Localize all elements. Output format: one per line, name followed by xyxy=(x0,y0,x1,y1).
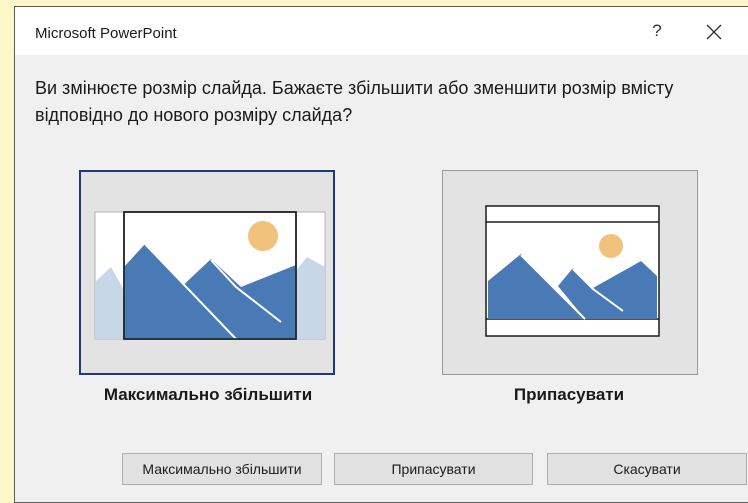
maximize-preview-icon xyxy=(94,211,326,340)
maximize-option[interactable] xyxy=(79,170,335,375)
dialog-message: Ви змінюєте розмір слайда. Бажаєте збіль… xyxy=(35,78,674,125)
fit-button[interactable]: Припасувати xyxy=(334,453,533,485)
powerpoint-dialog: Microsoft PowerPoint ? Ви змінюєте розмі… xyxy=(14,6,748,503)
maximize-button[interactable]: Максимально збільшити xyxy=(122,453,322,485)
cancel-button[interactable]: Скасувати xyxy=(547,453,747,485)
dialog-title: Microsoft PowerPoint xyxy=(35,25,177,42)
maximize-option-label: Максимально збільшити xyxy=(103,385,313,404)
close-button[interactable] xyxy=(701,19,727,45)
close-icon xyxy=(706,24,722,40)
fit-preview-icon xyxy=(485,205,660,337)
title-bar: Microsoft PowerPoint ? xyxy=(15,7,748,55)
fit-option-label: Припасувати xyxy=(513,385,625,404)
fit-option[interactable] xyxy=(442,170,698,375)
help-button[interactable]: ? xyxy=(645,19,669,43)
